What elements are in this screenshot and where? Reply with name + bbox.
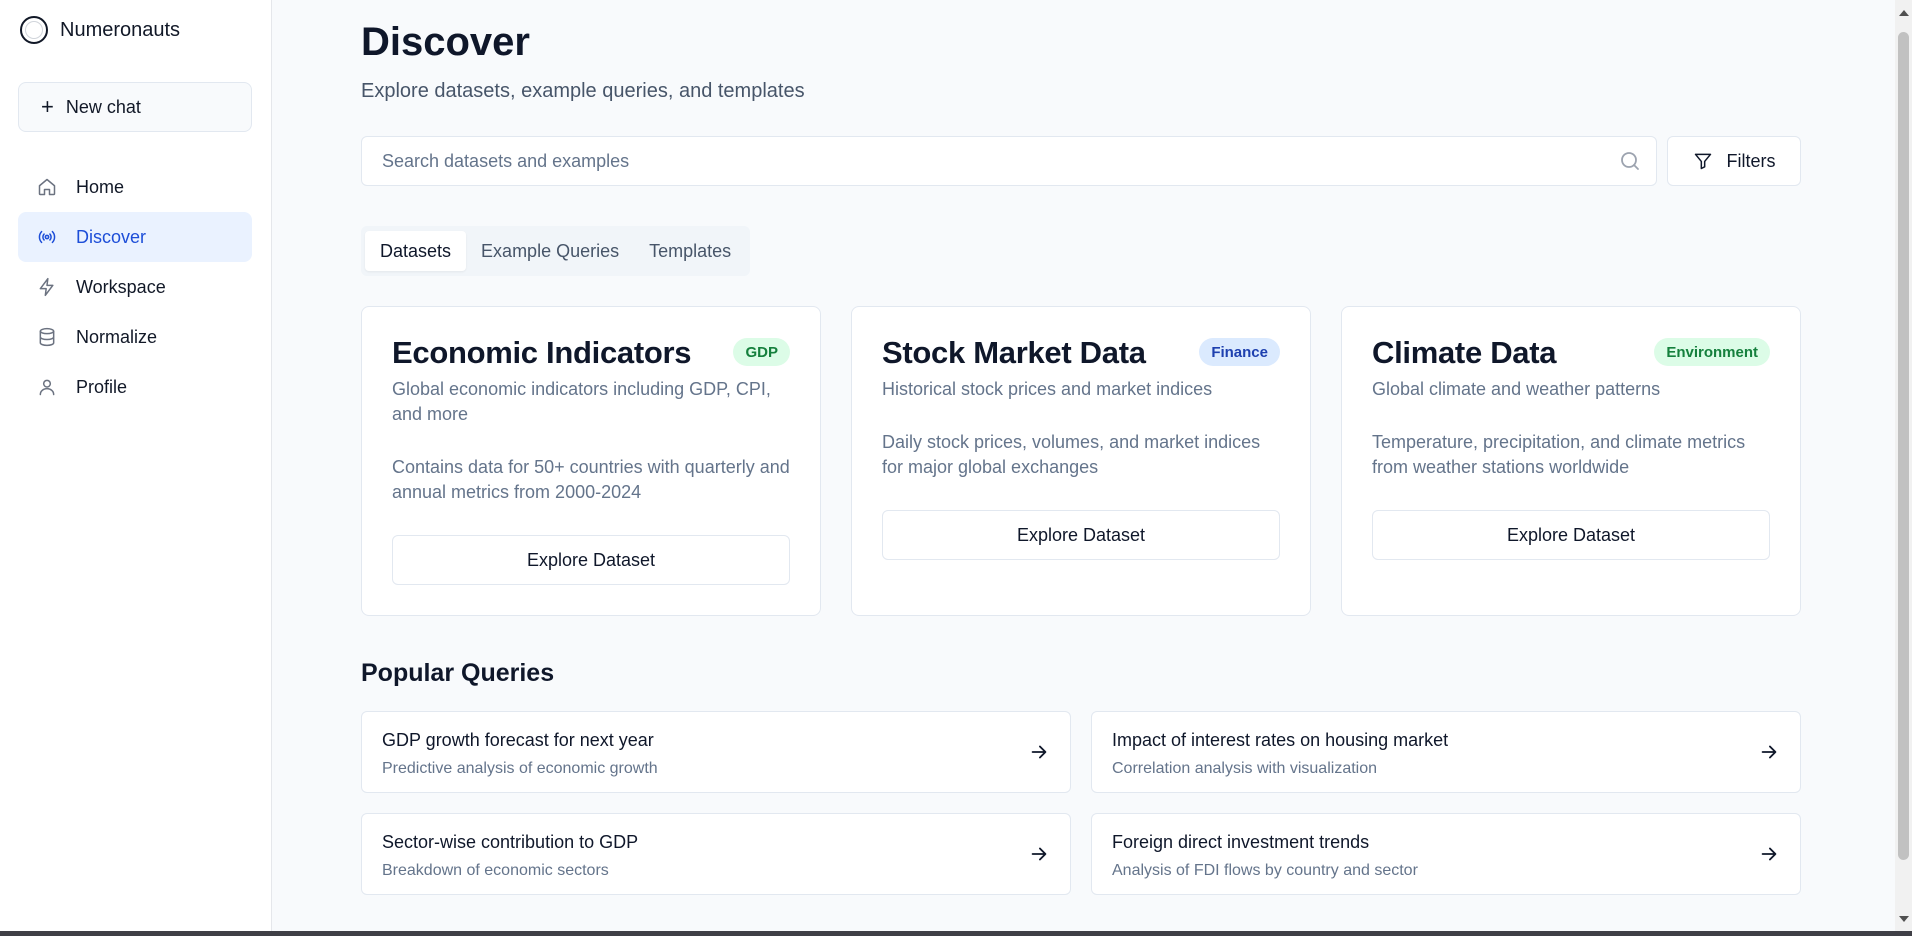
- sidebar-item-profile[interactable]: Profile: [18, 362, 252, 412]
- sidebar-item-label: Home: [76, 176, 125, 197]
- dataset-description: Global economic indicators including GDP…: [392, 379, 771, 424]
- dataset-badge: Finance: [1199, 338, 1280, 366]
- query-card[interactable]: GDP growth forecast for next year Predic…: [361, 711, 1071, 793]
- tab-datasets[interactable]: Datasets: [365, 231, 467, 271]
- filters-label: Filters: [1726, 150, 1776, 171]
- brand[interactable]: Numeronauts: [20, 16, 180, 44]
- tab-list: Datasets Example Queries Templates: [361, 226, 751, 276]
- query-title: Sector-wise contribution to GDP: [382, 832, 639, 852]
- query-subtitle: Breakdown of economic sectors: [382, 862, 609, 879]
- dataset-description: Global climate and weather patterns: [1372, 379, 1661, 399]
- sidebar-item-label: Discover: [76, 226, 147, 247]
- tab-example-queries[interactable]: Example Queries: [466, 231, 634, 271]
- query-card[interactable]: Foreign direct investment trends Analysi…: [1091, 813, 1801, 895]
- dataset-details: Daily stock prices, volumes, and market …: [882, 432, 1261, 477]
- lightning-icon: [36, 276, 58, 298]
- query-card[interactable]: Sector-wise contribution to GDP Breakdow…: [361, 813, 1071, 895]
- dataset-badge: GDP: [733, 338, 790, 366]
- sidebar-item-discover[interactable]: Discover: [18, 212, 252, 262]
- page-title: Discover: [361, 20, 530, 64]
- user-icon: [36, 376, 58, 398]
- filters-button[interactable]: Filters: [1667, 136, 1801, 186]
- logo-icon: [20, 16, 48, 44]
- dataset-title: Climate Data: [1372, 335, 1557, 370]
- sidebar-nav: Home Discover Workspace Normalize Profil…: [18, 162, 252, 412]
- database-icon: [36, 326, 58, 348]
- dataset-description: Historical stock prices and market indic…: [882, 379, 1213, 399]
- popular-queries-heading: Popular Queries: [361, 659, 555, 687]
- scroll-down-icon[interactable]: [1899, 916, 1909, 922]
- search-bar: [361, 136, 1657, 186]
- query-subtitle: Predictive analysis of economic growth: [382, 760, 658, 777]
- search-icon[interactable]: [1618, 149, 1642, 173]
- home-icon: [36, 176, 58, 198]
- arrow-right-icon: [1758, 843, 1780, 865]
- sidebar-item-label: Workspace: [76, 276, 166, 297]
- dataset-details: Temperature, precipitation, and climate …: [1372, 432, 1746, 477]
- sidebar-item-label: Normalize: [76, 326, 158, 347]
- dataset-badge: Environment: [1654, 338, 1770, 366]
- dataset-card-economic-indicators: Economic Indicators GDP Global economic …: [361, 306, 821, 616]
- query-subtitle: Correlation analysis with visualization: [1112, 760, 1378, 777]
- query-subtitle: Analysis of FDI flows by country and sec…: [1112, 862, 1418, 879]
- arrow-right-icon: [1028, 843, 1050, 865]
- plus-icon: +: [41, 94, 54, 119]
- sidebar: Numeronauts + New chat Home Discover Wor…: [0, 0, 272, 936]
- filter-icon: [1693, 151, 1713, 171]
- sidebar-item-normalize[interactable]: Normalize: [18, 312, 252, 362]
- sidebar-item-workspace[interactable]: Workspace: [18, 262, 252, 312]
- tab-templates[interactable]: Templates: [634, 231, 746, 271]
- arrow-right-icon: [1028, 741, 1050, 763]
- query-title: GDP growth forecast for next year: [382, 730, 654, 750]
- explore-dataset-button[interactable]: Explore Dataset: [392, 535, 790, 585]
- vertical-scrollbar[interactable]: [1895, 0, 1912, 936]
- scrollbar-thumb[interactable]: [1898, 32, 1909, 860]
- explore-dataset-button[interactable]: Explore Dataset: [1372, 510, 1770, 560]
- sidebar-item-home[interactable]: Home: [18, 162, 252, 212]
- broadcast-icon: [36, 226, 58, 248]
- dataset-title: Stock Market Data: [882, 335, 1146, 370]
- query-card[interactable]: Impact of interest rates on housing mark…: [1091, 711, 1801, 793]
- arrow-right-icon: [1758, 741, 1780, 763]
- dataset-title: Economic Indicators: [392, 335, 692, 370]
- new-chat-label: New chat: [65, 96, 141, 117]
- query-title: Foreign direct investment trends: [1112, 832, 1370, 852]
- search-input[interactable]: [362, 136, 1618, 186]
- new-chat-button[interactable]: + New chat: [18, 82, 252, 132]
- sidebar-item-label: Profile: [76, 376, 128, 397]
- app-name: Numeronauts: [60, 18, 181, 41]
- explore-dataset-button[interactable]: Explore Dataset: [882, 510, 1280, 560]
- query-title: Impact of interest rates on housing mark…: [1112, 730, 1449, 750]
- window-bottom-edge: [0, 931, 1912, 936]
- dataset-card-stock-market-data: Stock Market Data Finance Historical sto…: [851, 306, 1311, 616]
- dataset-details: Contains data for 50+ countries with qua…: [392, 457, 790, 502]
- dataset-card-climate-data: Climate Data Environment Global climate …: [1341, 306, 1801, 616]
- page-subtitle: Explore datasets, example queries, and t…: [361, 80, 805, 102]
- scroll-up-icon[interactable]: [1899, 10, 1909, 16]
